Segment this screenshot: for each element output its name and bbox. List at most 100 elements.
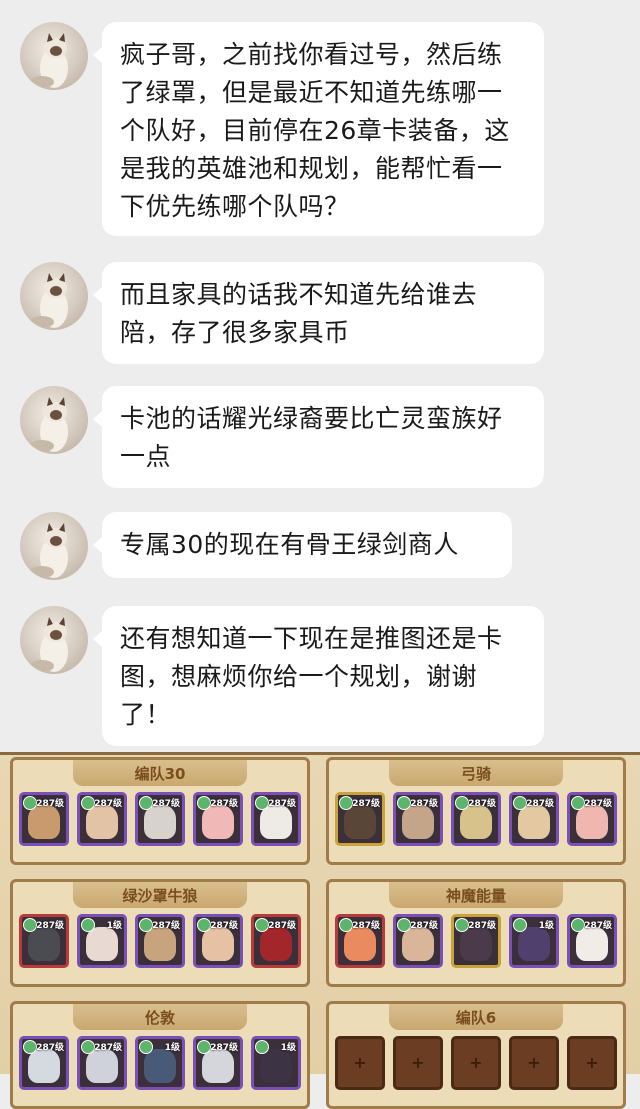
message-bubble[interactable]: 而且家具的话我不知道先给谁去陪，存了很多家具币 <box>93 262 544 364</box>
avatar[interactable] <box>20 606 88 674</box>
team-panel[interactable]: 神魔能量 287级 287级 287级 1级 287级 <box>326 879 626 987</box>
hero-card[interactable]: 287级 <box>19 1036 69 1090</box>
hero-level: 287级 <box>468 921 496 931</box>
hero-portrait <box>202 1049 234 1083</box>
team-panel[interactable]: 编队30 287级 287级 287级 287级 287级 <box>10 757 310 865</box>
hero-level: 287级 <box>352 921 380 931</box>
hero-card[interactable]: 287级 <box>393 914 443 968</box>
team-name: 编队30 <box>134 765 186 783</box>
hero-card[interactable]: 1级 <box>251 1036 301 1090</box>
hero-level: 1级 <box>164 1043 180 1053</box>
team-panel[interactable]: 伦敦 287级 287级 1级 287级 1级 <box>10 1001 310 1109</box>
faction-icon <box>513 918 527 932</box>
hero-card[interactable]: 287级 <box>19 914 69 968</box>
hero-card[interactable]: 287级 <box>193 1036 243 1090</box>
empty-hero-slot[interactable]: + <box>335 1036 385 1090</box>
hero-level: 287级 <box>526 799 554 809</box>
hero-card[interactable]: 287级 <box>135 914 185 968</box>
faction-icon <box>255 918 269 932</box>
faction-icon <box>81 796 95 810</box>
message-bubble[interactable]: 专属30的现在有骨王绿剑商人 <box>93 512 512 578</box>
faction-icon <box>255 1040 269 1054</box>
hero-card[interactable]: 287级 <box>509 792 559 846</box>
team-panel[interactable]: 弓骑 287级 287级 287级 287级 287级 <box>326 757 626 865</box>
hero-portrait <box>402 805 434 839</box>
plus-icon: + <box>527 1053 541 1072</box>
faction-icon <box>197 796 211 810</box>
team-panel[interactable]: 绿沙罩牛狼 287级 1级 287级 287级 287级 <box>10 879 310 987</box>
game-screenshot[interactable]: 编队30 287级 287级 287级 287级 287级 弓骑 287级 287级 287… <box>0 752 640 1109</box>
faction-icon <box>139 1040 153 1054</box>
hero-card[interactable]: 287级 <box>567 792 617 846</box>
avatar[interactable] <box>20 262 88 330</box>
message-bubble[interactable]: 疯子哥，之前找你看过号，然后练了绿罩，但是最近不知道先练哪一个队好，目前停在26… <box>93 22 544 236</box>
hero-card[interactable]: 1级 <box>77 914 127 968</box>
empty-hero-slot[interactable]: + <box>509 1036 559 1090</box>
message-bubble[interactable]: 卡池的话耀光绿裔要比亡灵蛮族好一点 <box>93 386 544 488</box>
faction-icon <box>339 796 353 810</box>
avatar[interactable] <box>20 386 88 454</box>
empty-hero-slot[interactable]: + <box>567 1036 617 1090</box>
hero-card[interactable]: 287级 <box>335 914 385 968</box>
hero-portrait <box>460 805 492 839</box>
hero-card[interactable]: 287级 <box>251 914 301 968</box>
hero-card[interactable]: 287级 <box>77 1036 127 1090</box>
empty-hero-slot[interactable]: + <box>451 1036 501 1090</box>
hero-row: 287级 287级 287级 287级 287级 <box>19 792 301 850</box>
hero-row: 287级 287级 287级 287级 287级 <box>335 792 617 850</box>
hero-portrait <box>260 805 292 839</box>
hero-card[interactable]: 287级 <box>567 914 617 968</box>
hero-card[interactable]: 287级 <box>335 792 385 846</box>
hero-portrait <box>344 927 376 961</box>
hero-portrait <box>460 927 492 961</box>
hero-card[interactable]: 287级 <box>451 914 501 968</box>
hero-portrait <box>144 805 176 839</box>
hero-card[interactable]: 287级 <box>193 914 243 968</box>
hero-card[interactable]: 287级 <box>193 792 243 846</box>
plus-icon: + <box>469 1053 483 1072</box>
hero-card[interactable]: 287级 <box>393 792 443 846</box>
hero-level: 287级 <box>36 921 64 931</box>
hero-level: 287级 <box>468 799 496 809</box>
hero-level: 287级 <box>584 921 612 931</box>
team-name: 弓骑 <box>460 765 491 783</box>
message-bubble[interactable]: 还有想知道一下现在是推图还是卡图，想麻烦你给一个规划，谢谢了！ <box>93 606 544 746</box>
hero-card[interactable]: 287级 <box>135 792 185 846</box>
faction-icon <box>455 796 469 810</box>
avatar[interactable] <box>20 22 88 90</box>
hero-portrait <box>344 805 376 839</box>
faction-icon <box>339 918 353 932</box>
hero-portrait <box>202 927 234 961</box>
hero-portrait <box>576 805 608 839</box>
hero-portrait <box>576 927 608 961</box>
empty-hero-slot[interactable]: + <box>393 1036 443 1090</box>
team-name: 伦敦 <box>144 1009 175 1027</box>
hero-level: 287级 <box>210 921 238 931</box>
faction-icon <box>139 796 153 810</box>
team-panel[interactable]: 编队6 + + + + + <box>326 1001 626 1109</box>
hero-level: 287级 <box>94 1043 122 1053</box>
hero-level: 287级 <box>410 799 438 809</box>
hero-level: 1级 <box>538 921 554 931</box>
avatar[interactable] <box>20 512 88 580</box>
hero-level: 1级 <box>106 921 122 931</box>
hero-card[interactable]: 1级 <box>509 914 559 968</box>
hero-portrait <box>86 805 118 839</box>
hero-portrait <box>202 805 234 839</box>
cat-avatar-icon <box>30 523 68 578</box>
hero-portrait <box>144 927 176 961</box>
hero-portrait <box>144 1049 176 1083</box>
hero-level: 287级 <box>268 799 296 809</box>
hero-portrait <box>402 927 434 961</box>
hero-card[interactable]: 287级 <box>251 792 301 846</box>
hero-card[interactable]: 1级 <box>135 1036 185 1090</box>
hero-card[interactable]: 287级 <box>451 792 501 846</box>
hero-card[interactable]: 287级 <box>77 792 127 846</box>
faction-icon <box>397 918 411 932</box>
hero-level: 287级 <box>410 921 438 931</box>
hero-row: 287级 287级 1级 287级 1级 <box>19 1036 301 1094</box>
hero-card[interactable]: 287级 <box>19 792 69 846</box>
faction-icon <box>23 796 37 810</box>
faction-icon <box>571 918 585 932</box>
faction-icon <box>455 918 469 932</box>
